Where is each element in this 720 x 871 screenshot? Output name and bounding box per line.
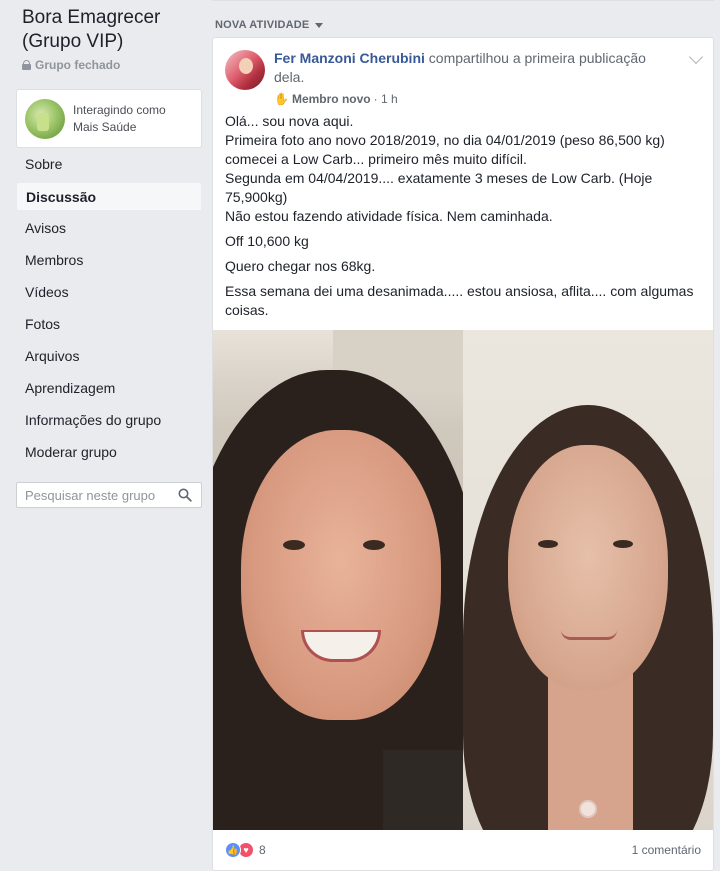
interacting-as-switcher[interactable]: Interagindo como Mais Saúde	[16, 89, 202, 148]
feed-top-divider	[212, 0, 714, 1]
caret-down-icon	[315, 23, 324, 28]
reaction-summary[interactable]: 👍 ♥ 8	[225, 842, 266, 858]
photo-after	[463, 330, 713, 830]
nav-item-avisos[interactable]: Avisos	[16, 214, 202, 243]
post-meta: ✋ Membro novo · 1 h	[274, 92, 398, 106]
post-paragraph: Essa semana dei uma desanimada..... esto…	[225, 283, 694, 318]
group-title[interactable]: Bora Emagrecer (Grupo VIP)	[22, 6, 207, 54]
page-avatar	[25, 98, 65, 139]
group-nav: Sobre Discussão Avisos Membros Vídeos Fo…	[16, 150, 202, 470]
search-icon[interactable]	[178, 488, 192, 502]
like-icon: 👍	[225, 842, 241, 858]
wave-icon: ✋	[274, 92, 289, 106]
author-name[interactable]: Fer Manzoni Cherubini	[274, 50, 425, 66]
nav-item-fotos[interactable]: Fotos	[16, 310, 202, 339]
nav-item-moderar[interactable]: Moderar grupo	[16, 438, 202, 467]
nav-item-informacoes[interactable]: Informações do grupo	[16, 406, 202, 435]
photo-before	[213, 330, 463, 830]
author-avatar[interactable]	[225, 50, 265, 90]
post-paragraph: Quero chegar nos 68kg.	[225, 258, 376, 274]
interacting-as-label: Interagindo como Mais Saúde	[73, 102, 166, 134]
nav-item-videos[interactable]: Vídeos	[16, 278, 202, 307]
post-time[interactable]: · 1 h	[374, 92, 398, 106]
feed-sort-menu[interactable]: NOVA ATIVIDADE	[215, 19, 324, 31]
nav-item-membros[interactable]: Membros	[16, 246, 202, 275]
nav-item-sobre[interactable]: Sobre	[16, 150, 202, 179]
group-privacy: Grupo fechado	[22, 58, 120, 72]
post-text: Olá... sou nova aqui. Primeira foto ano …	[225, 112, 695, 326]
group-search-input[interactable]	[25, 487, 175, 503]
post-paragraph: Olá... sou nova aqui. Primeira foto ano …	[225, 113, 665, 224]
comment-count-link[interactable]: 1 comentário	[632, 843, 701, 857]
post-paragraph: Off 10,600 kg	[225, 233, 309, 249]
reaction-count: 8	[259, 843, 266, 857]
chevron-down-icon[interactable]	[688, 49, 704, 65]
post-photo[interactable]	[213, 330, 713, 830]
nav-item-aprendizagem[interactable]: Aprendizagem	[16, 374, 202, 403]
post-card: Fer Manzoni Cherubini compartilhou a pri…	[212, 37, 714, 871]
lock-icon	[22, 60, 31, 70]
group-privacy-label: Grupo fechado	[35, 58, 121, 72]
feed-header-label: NOVA ATIVIDADE	[215, 19, 310, 31]
nav-item-arquivos[interactable]: Arquivos	[16, 342, 202, 371]
member-badge: Membro novo	[291, 92, 371, 106]
post-header: Fer Manzoni Cherubini compartilhou a pri…	[274, 49, 674, 87]
group-search	[16, 482, 202, 508]
nav-item-discussao[interactable]: Discussão	[16, 182, 202, 211]
post-footer: 👍 ♥ 8 1 comentário	[213, 836, 713, 866]
